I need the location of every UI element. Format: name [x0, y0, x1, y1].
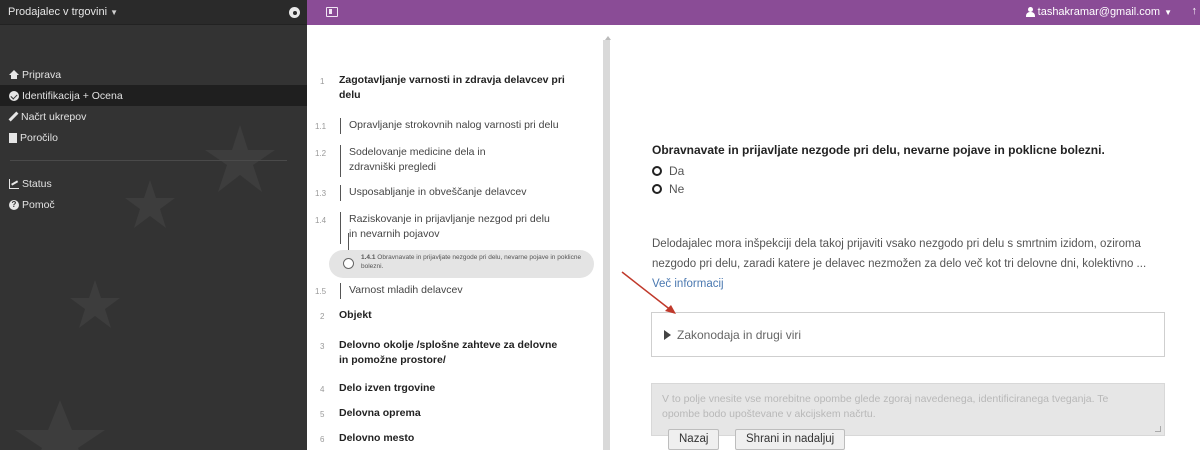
tree-item-label: Delovno okolje /splošne zahteve za delov… [339, 339, 558, 366]
save-continue-button[interactable]: Shrani in nadaljuj [735, 429, 846, 450]
sidebar: Prodajalec v trgovini ▼ Priprava Identifi… [0, 0, 307, 450]
tree-branch-line [340, 145, 341, 177]
tree-item-number: 1.2 [315, 149, 327, 158]
top-header: tashakramar@gmail.com ▼ ↑ [307, 0, 1200, 25]
document-icon [9, 132, 17, 143]
radio-icon[interactable] [652, 184, 662, 194]
tree-item-number: 2 [320, 312, 325, 321]
sidebar-header: Prodajalec v trgovini ▼ [0, 0, 307, 25]
expand-triangle-icon [664, 330, 671, 340]
resize-handle-icon[interactable] [1155, 426, 1161, 432]
chart-icon [9, 178, 19, 189]
sidebar-item-label: Načrt ukrepov [21, 110, 87, 123]
home-icon [9, 70, 19, 79]
tree-item-number: 1 [320, 77, 325, 86]
notes-textarea[interactable]: V to polje vnesite vse morebitne opombe … [651, 383, 1165, 436]
tree-item-number: 1.3 [315, 189, 327, 198]
notes-placeholder: V to polje vnesite vse morebitne opombe … [662, 393, 1109, 420]
sidebar-item-identifikacija[interactable]: Identifikacija + Ocena [0, 85, 307, 106]
radio-option-ne[interactable]: Ne [652, 182, 684, 196]
sidebar-item-label: Poročilo [20, 131, 58, 144]
tree-item-label: Zagotavljanje varnosti in zdravja delavc… [339, 74, 565, 101]
sidebar-item-label: Status [22, 177, 52, 190]
caret-down-icon: ▼ [110, 8, 118, 17]
sidebar-item-label: Identifikacija + Ocena [22, 89, 123, 102]
user-menu[interactable]: tashakramar@gmail.com ▼ [1025, 6, 1172, 18]
sidebar-item-nacrt-ukrepov[interactable]: Načrt ukrepov [0, 106, 307, 127]
current-step-icon [343, 258, 354, 269]
role-selector[interactable]: Prodajalec v trgovini ▼ [8, 6, 118, 18]
settings-icon[interactable] [289, 7, 300, 18]
tree-item-number: 1.4.1 [361, 254, 376, 261]
tree-branch-line [340, 283, 341, 299]
tree-scrollbar[interactable] [603, 40, 610, 450]
radio-icon[interactable] [652, 166, 662, 176]
tree-item-number: 6 [320, 435, 325, 444]
tree-item-number: 4 [320, 385, 325, 394]
sidebar-item-status[interactable]: Status [0, 173, 307, 194]
tree-item-number: 1.4 [315, 216, 327, 225]
radio-label: Da [669, 164, 685, 178]
tree-item-label: Delovno mesto [339, 432, 415, 444]
sidebar-item-label: Priprava [22, 68, 62, 81]
tree-branch-line [340, 118, 341, 134]
sidebar-divider [10, 160, 287, 161]
tree-item-label: Varnost mladih delavcev [349, 284, 463, 296]
help-icon: ? [9, 199, 19, 210]
tree-item-number: 1.1 [315, 122, 327, 131]
tree-item-label: Raziskovanje in prijavljanje nezgod pri … [349, 213, 550, 240]
radio-option-da[interactable]: Da [652, 164, 684, 178]
tree-branch-line [340, 185, 341, 201]
tree-item-label: Opravljanje strokovnih nalog varnosti pr… [349, 119, 559, 131]
legislation-label: Zakonodaja in drugi viri [677, 328, 802, 342]
user-email: tashakramar@gmail.com [1037, 6, 1161, 18]
radio-label: Ne [669, 182, 685, 196]
tree-item-label: Sodelovanje medicine dela in zdravniški … [349, 146, 486, 173]
back-button[interactable]: Nazaj [668, 429, 720, 450]
question-description: Delodajalec mora inšpekciji dela takoj p… [652, 234, 1157, 294]
sidebar-nav: Priprava Identifikacija + Ocena Načrt uk… [0, 64, 307, 215]
topic-tree: 1 Zagotavljanje varnosti in zdravja dela… [307, 25, 607, 450]
sidebar-item-porocilo[interactable]: Poročilo [0, 127, 307, 148]
tree-item-number: 5 [320, 410, 325, 419]
legislation-panel[interactable]: Zakonodaja in drugi viri [651, 312, 1165, 357]
check-circle-icon [9, 90, 19, 101]
sidebar-item-pomoc[interactable]: ? Pomoč [0, 194, 307, 215]
toggle-panel-icon[interactable] [326, 7, 338, 17]
tree-item-number: 1.5 [315, 287, 327, 296]
tree-item-1-4-1[interactable]: 1.4.1 Obravnavate in prijavljate nezgode… [329, 250, 594, 278]
pencil-icon [8, 111, 19, 122]
tree-branch-line [340, 212, 341, 244]
description-text: Delodajalec mora inšpekciji dela takoj p… [652, 238, 1147, 270]
question-title: Obravnavate in prijavljate nezgode pri d… [652, 143, 1105, 157]
tree-item-label: Delo izven trgovine [339, 382, 436, 394]
sidebar-item-priprava[interactable]: Priprava [0, 64, 307, 85]
tree-item-number: 3 [320, 342, 325, 351]
logout-icon[interactable]: ↑ [1192, 5, 1198, 17]
tree-branch-line [348, 233, 349, 251]
sidebar-item-label: Pomoč [22, 198, 55, 211]
caret-down-icon: ▼ [1164, 7, 1172, 17]
question-panel: Obravnavate in prijavljate nezgode pri d… [640, 25, 1200, 450]
tree-item-label: Usposabljanje in obveščanje delavcev [349, 186, 527, 198]
tree-item-label: Delovna oprema [339, 407, 421, 419]
tree-item-label: Objekt [339, 309, 372, 321]
annotation-arrow-icon [621, 271, 676, 314]
user-icon [1025, 7, 1035, 17]
tree-item-label: Obravnavate in prijavljate nezgode pri d… [361, 254, 582, 270]
